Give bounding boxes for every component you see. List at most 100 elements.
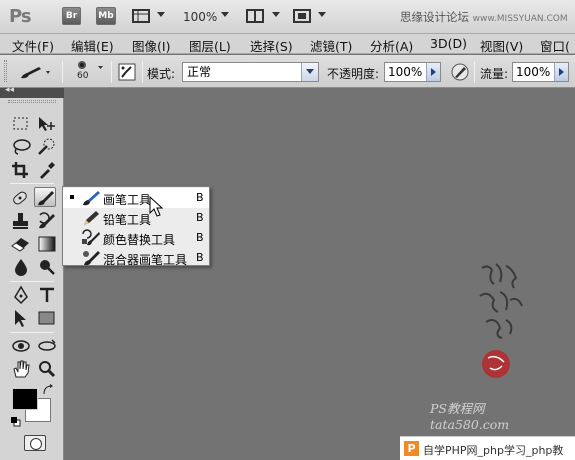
flyout-label: 画笔工具: [103, 193, 152, 207]
signature-seal-watermark: [479, 263, 523, 378]
menu-edit[interactable]: 编辑(E): [71, 36, 114, 55]
quick-mask-button[interactable]: [24, 435, 46, 451]
menu-layer[interactable]: 图层(L): [189, 36, 231, 55]
screen-mode-dropdown-arrow[interactable]: [318, 12, 326, 17]
history-brush-icon: [39, 212, 55, 229]
forum-url: www.MISSYUAN.COM: [472, 14, 568, 24]
blur-tool[interactable]: [10, 257, 32, 277]
gradient-tool[interactable]: [36, 234, 58, 254]
move-icon: [39, 117, 55, 131]
flow-value: 100%: [516, 65, 551, 79]
view-extras-icon[interactable]: [131, 8, 153, 24]
quick-selection-tool[interactable]: [36, 137, 58, 157]
flyout-item-color-replacement-tool[interactable]: 颜色替换工具 B: [63, 228, 209, 248]
brush-tool[interactable]: [34, 187, 56, 207]
lasso-tool[interactable]: [10, 137, 32, 157]
arrange-documents-icon[interactable]: [245, 8, 267, 24]
gradient-icon: [38, 236, 56, 252]
menu-filter[interactable]: 滤镜(T): [310, 36, 352, 55]
mini-bridge-button[interactable]: Mb: [96, 7, 116, 25]
options-separator: [111, 61, 112, 83]
application-bar: Ps Br Mb 100% 思缘设计论坛 www.MISSYUAN.COM: [0, 0, 575, 34]
foreground-color-swatch[interactable]: [12, 388, 38, 410]
swap-colors-button[interactable]: [42, 384, 54, 396]
crop-tool[interactable]: [10, 160, 32, 180]
clone-stamp-tool[interactable]: [10, 211, 32, 231]
rectangle-shape-icon: [38, 311, 55, 325]
path-selection-tool[interactable]: [10, 308, 32, 328]
brush-panel-icon: [118, 63, 136, 81]
shape-tool[interactable]: [36, 308, 58, 328]
selected-bullet: [70, 195, 74, 199]
menu-3d[interactable]: 3D(D): [430, 36, 467, 51]
zoom-dropdown-arrow[interactable]: [221, 12, 229, 17]
zoom-tool[interactable]: [36, 359, 58, 379]
flyout-label: 颜色替换工具: [103, 233, 176, 247]
flyout-item-pencil-tool[interactable]: 铅笔工具 B: [63, 208, 209, 228]
default-colors-button[interactable]: [11, 416, 21, 427]
zoom-level[interactable]: 100%: [183, 10, 217, 24]
php-watermark-text: 自学PHP网_php学习_php教: [423, 444, 564, 457]
menu-file[interactable]: 文件(F): [12, 36, 54, 55]
blur-drop-icon: [15, 259, 27, 276]
toolbox-separator: [10, 281, 54, 282]
menu-image[interactable]: 图像(I): [132, 36, 170, 55]
options-bar-grip[interactable]: [4, 60, 7, 82]
flow-label: 流量:: [480, 67, 509, 81]
menu-view[interactable]: 视图(V): [480, 36, 523, 55]
opacity-input[interactable]: 100%: [384, 62, 441, 82]
dodge-tool[interactable]: [36, 257, 58, 277]
brush-panel-toggle[interactable]: [117, 62, 137, 82]
3d-rotate-tool[interactable]: [10, 336, 32, 356]
flow-input[interactable]: 100%: [512, 62, 569, 82]
3d-orbit-tool[interactable]: [36, 336, 58, 356]
brush-preset-icon: [21, 67, 50, 79]
opacity-slider-arrow[interactable]: [426, 63, 440, 81]
pencil-icon: [84, 211, 99, 225]
mode-dropdown-arrow[interactable]: [301, 63, 318, 81]
path-selection-icon: [15, 310, 26, 327]
toolbox-header[interactable]: ◂◂: [0, 85, 64, 98]
spot-healing-tool[interactable]: [10, 188, 32, 208]
dodge-icon: [40, 260, 55, 275]
screen-mode-icon[interactable]: [292, 8, 314, 24]
rect-marquee-icon: [13, 117, 28, 130]
quick-selection-icon: [38, 138, 55, 155]
paint-brush-icon: [83, 191, 100, 206]
menu-analysis[interactable]: 分析(A): [370, 36, 413, 55]
default-colors-icon: [11, 417, 21, 427]
flyout-item-mixer-brush-tool[interactable]: 混合器画笔工具 B: [63, 248, 209, 268]
mixer-brush-icon: [83, 251, 100, 266]
history-brush-tool[interactable]: [36, 211, 58, 231]
flyout-shortcut: B: [196, 211, 204, 224]
tablet-pressure-opacity-button[interactable]: [449, 61, 471, 83]
flow-slider-arrow[interactable]: [554, 63, 568, 81]
flyout-label: 混合器画笔工具: [103, 253, 188, 267]
flyout-shortcut: B: [196, 191, 204, 204]
pen-tool[interactable]: [10, 285, 32, 305]
mode-select[interactable]: 正常: [182, 62, 319, 82]
ps-watermark-url: tata580.com: [430, 417, 510, 432]
crop-icon: [12, 162, 28, 178]
flyout-item-brush-tool[interactable]: 画笔工具 B: [63, 188, 209, 208]
hand-tool[interactable]: [10, 359, 32, 379]
eyedropper-tool[interactable]: [36, 160, 58, 180]
toolbox-grip[interactable]: [8, 100, 56, 103]
view-extras-dropdown-arrow[interactable]: [157, 12, 165, 17]
eyedropper-icon: [40, 162, 55, 179]
menu-window[interactable]: 窗口(: [540, 36, 570, 55]
tool-preset-picker[interactable]: [15, 62, 55, 82]
move-tool[interactable]: [36, 114, 58, 134]
collapse-toolbox-icon[interactable]: ◂◂: [5, 85, 14, 95]
arrange-dropdown-arrow[interactable]: [272, 12, 280, 17]
marquee-tool[interactable]: [10, 114, 32, 134]
bridge-button[interactable]: Br: [62, 7, 81, 25]
forum-name: 思缘设计论坛: [400, 10, 469, 24]
mode-value: 正常: [187, 65, 212, 79]
flyout-shortcut: B: [196, 231, 204, 244]
toolbox-separator: [10, 332, 54, 333]
eraser-tool[interactable]: [10, 234, 32, 254]
type-tool[interactable]: [36, 285, 58, 305]
menu-select[interactable]: 选择(S): [250, 36, 293, 55]
forum-watermark: 思缘设计论坛 www.MISSYUAN.COM: [400, 9, 568, 25]
